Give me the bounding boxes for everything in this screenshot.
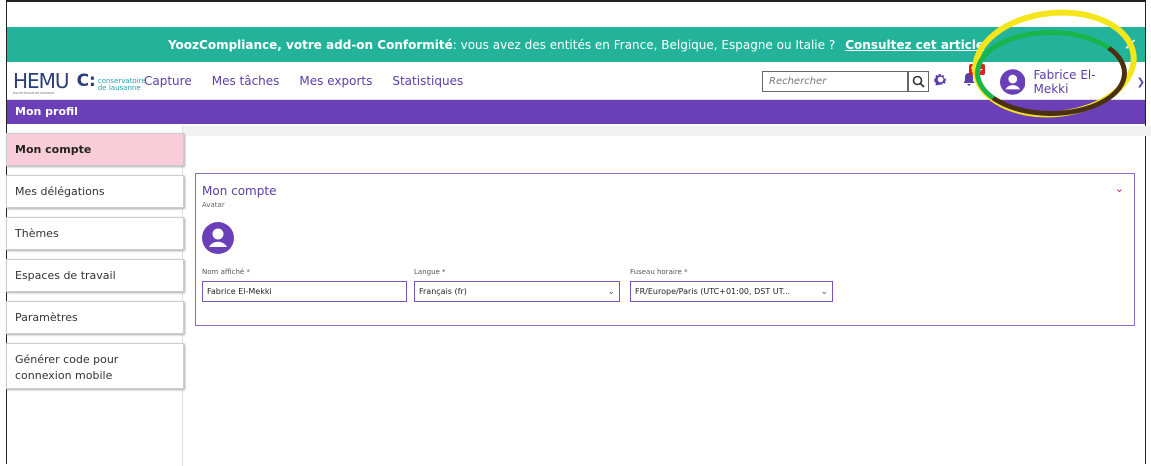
timezone-select[interactable]: FR/Europe/Paris (UTC+01:00, DST UT... ⌄ [630,281,833,302]
chevron-down-icon: ⌄ [820,286,828,297]
timezone-label: Fuseau horaire * [630,268,688,276]
page-title: Mon profil [7,100,1145,124]
conservatoire-logo-text: conservatoire de lausanne [97,77,146,92]
sidebar-item-parametres[interactable]: Paramètres [6,301,184,334]
sidebar-item-generer-code[interactable]: Générer code pour connexion mobile [6,343,184,389]
banner-text: : vous avez des entités en France, Belgi… [452,37,836,52]
hemu-logo-text: HEMU [13,68,70,93]
avatar-icon[interactable] [202,222,234,254]
nav-item-statistiques[interactable]: Statistiques [392,74,463,88]
timezone-value: FR/Europe/Paris (UTC+01:00, DST UT... [635,287,791,296]
nav-item-mes-taches[interactable]: Mes tâches [212,74,280,88]
sidebar-item-themes[interactable]: Thèmes [6,217,184,250]
sidebar-item-mes-delegations[interactable]: Mes délégations [6,175,184,208]
account-card: Mon compte Avatar ⌄ Nom affiché * Fabric… [195,173,1135,326]
chevron-down-icon: ❯ [1136,76,1145,88]
content-top-strip [183,126,1151,136]
language-select[interactable]: Français (fr) ⌄ [414,281,620,302]
nav-item-capture[interactable]: Capture [144,74,192,88]
chevron-down-icon: ⌄ [607,286,615,297]
logo[interactable]: HEMU HAUTE ÉCOLE DE MUSIQUE C: conservat… [13,68,146,96]
account-card-title: Mon compte [202,184,277,198]
conservatoire-logo-mark: C: [76,70,96,91]
display-name-value: Fabrice El-Mekki [207,287,272,296]
sidebar-item-mon-compte[interactable]: Mon compte [6,133,184,166]
hemu-logo-subtext: HAUTE ÉCOLE DE MUSIQUE [13,91,55,95]
sidebar: Mon compte Mes délégations Thèmes Espace… [6,133,184,398]
search-input[interactable]: Rechercher [762,71,908,92]
main-nav: Capture Mes tâches Mes exports Statistiq… [144,74,463,88]
avatar-label: Avatar [202,201,225,209]
sidebar-item-espaces-de-travail[interactable]: Espaces de travail [6,259,184,292]
language-label: Langue * [414,268,446,276]
collapse-chevron-icon[interactable]: ⌄ [1115,182,1124,195]
language-value: Français (fr) [419,287,467,296]
banner-bold-text: YoozCompliance, votre add-on Conformité [167,37,453,52]
conservatoire-line2: de lausanne [97,83,141,92]
banner-link[interactable]: Consultez cet article [845,38,984,52]
display-name-field[interactable]: Fabrice El-Mekki [202,281,407,302]
gear-icon[interactable] [933,72,948,87]
search-button[interactable] [908,71,929,92]
display-name-label: Nom affiché * [202,268,250,276]
search-icon [912,75,925,88]
green-highlight-annotation [975,30,1127,116]
nav-item-mes-exports[interactable]: Mes exports [299,74,372,88]
